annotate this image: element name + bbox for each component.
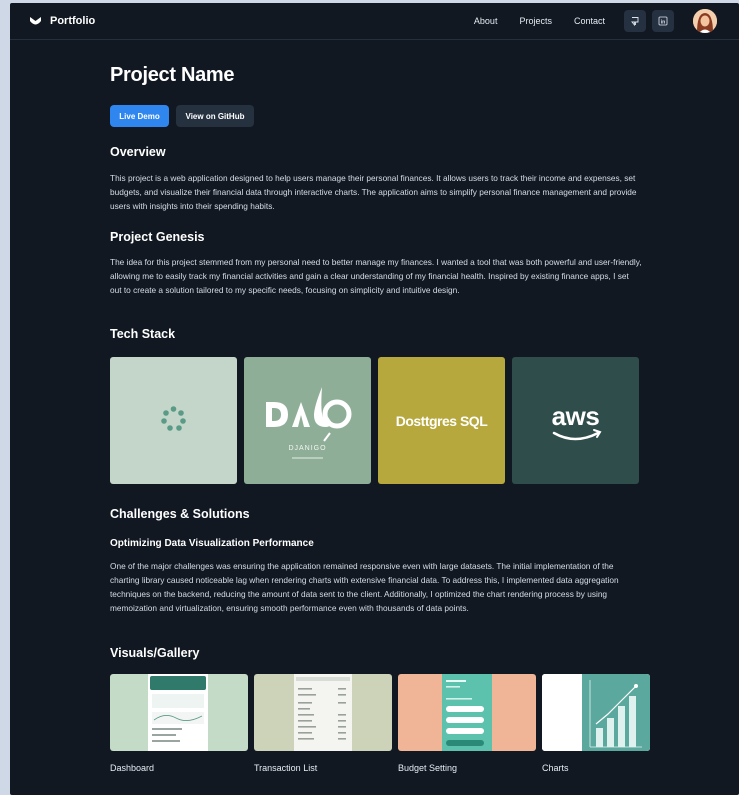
overview-heading: Overview: [110, 145, 166, 159]
main-nav: About Projects Contact in: [474, 9, 717, 33]
tech-stack-heading: Tech Stack: [110, 327, 176, 341]
brand[interactable]: Portfolio: [30, 15, 95, 27]
tech-card-django: DJANIGO: [244, 357, 371, 484]
django-logo-text: DJANIGO: [288, 445, 327, 452]
tech-card-aws: aws: [512, 357, 639, 484]
nav-projects[interactable]: Projects: [519, 16, 552, 26]
linkedin-button[interactable]: in: [652, 10, 674, 32]
transaction-list-screenshot: [294, 674, 352, 751]
challenge-subheading: Optimizing Data Visualization Performanc…: [110, 538, 314, 549]
django-logo-graphic: [266, 387, 352, 442]
top-navbar: Portfolio About Projects Contact in: [10, 3, 739, 40]
genesis-heading: Project Genesis: [110, 230, 205, 244]
gallery-label-dashboard: Dashboard: [110, 763, 155, 773]
gallery-label-charts: Charts: [542, 763, 569, 773]
gallery-label-budget-setting: Budget Setting: [398, 763, 458, 773]
gallery-charts[interactable]: [542, 674, 650, 751]
brand-name: Portfolio: [50, 15, 96, 27]
user-avatar[interactable]: [693, 9, 717, 33]
tech-card-postgresql: Dosttgres SQL: [378, 357, 505, 484]
challenge-text: One of the major challenges was ensuring…: [110, 561, 619, 613]
gallery-heading: Visuals/Gallery: [110, 646, 200, 660]
gallery-budget-setting[interactable]: [398, 674, 536, 751]
gallery-transaction-list[interactable]: [254, 674, 392, 751]
svg-text:in: in: [661, 19, 665, 25]
postgresql-logo-text: Dosttgres SQL: [395, 413, 488, 429]
page-title: Project Name: [110, 64, 235, 86]
react-logo: [161, 406, 186, 431]
avatar-image: [693, 9, 717, 33]
view-github-button[interactable]: View on GitHub: [176, 105, 254, 127]
gallery-label-transaction-list: Transaction List: [254, 763, 318, 773]
dashboard-screenshot: [148, 674, 208, 751]
overview-text: This project is a web application design…: [110, 173, 637, 211]
genesis-text: The idea for this project stemmed from m…: [110, 257, 642, 295]
nav-contact[interactable]: Contact: [574, 16, 605, 26]
budget-setting-screenshot: [442, 674, 492, 751]
app-window: Portfolio About Projects Contact in Proj…: [10, 3, 739, 795]
gallery-dashboard[interactable]: [110, 674, 248, 751]
django-tagline: [292, 457, 323, 459]
nav-about[interactable]: About: [474, 16, 498, 26]
live-demo-button[interactable]: Live Demo: [110, 105, 169, 127]
brand-logo-icon: [30, 16, 41, 24]
tech-card-react: [110, 357, 237, 484]
github-icon: [631, 17, 639, 26]
github-button[interactable]: [624, 10, 646, 32]
challenges-heading: Challenges & Solutions: [110, 507, 250, 521]
linkedin-icon: in: [658, 16, 668, 26]
aws-smile-icon: [552, 429, 602, 441]
charts-screenshot: [542, 674, 650, 751]
